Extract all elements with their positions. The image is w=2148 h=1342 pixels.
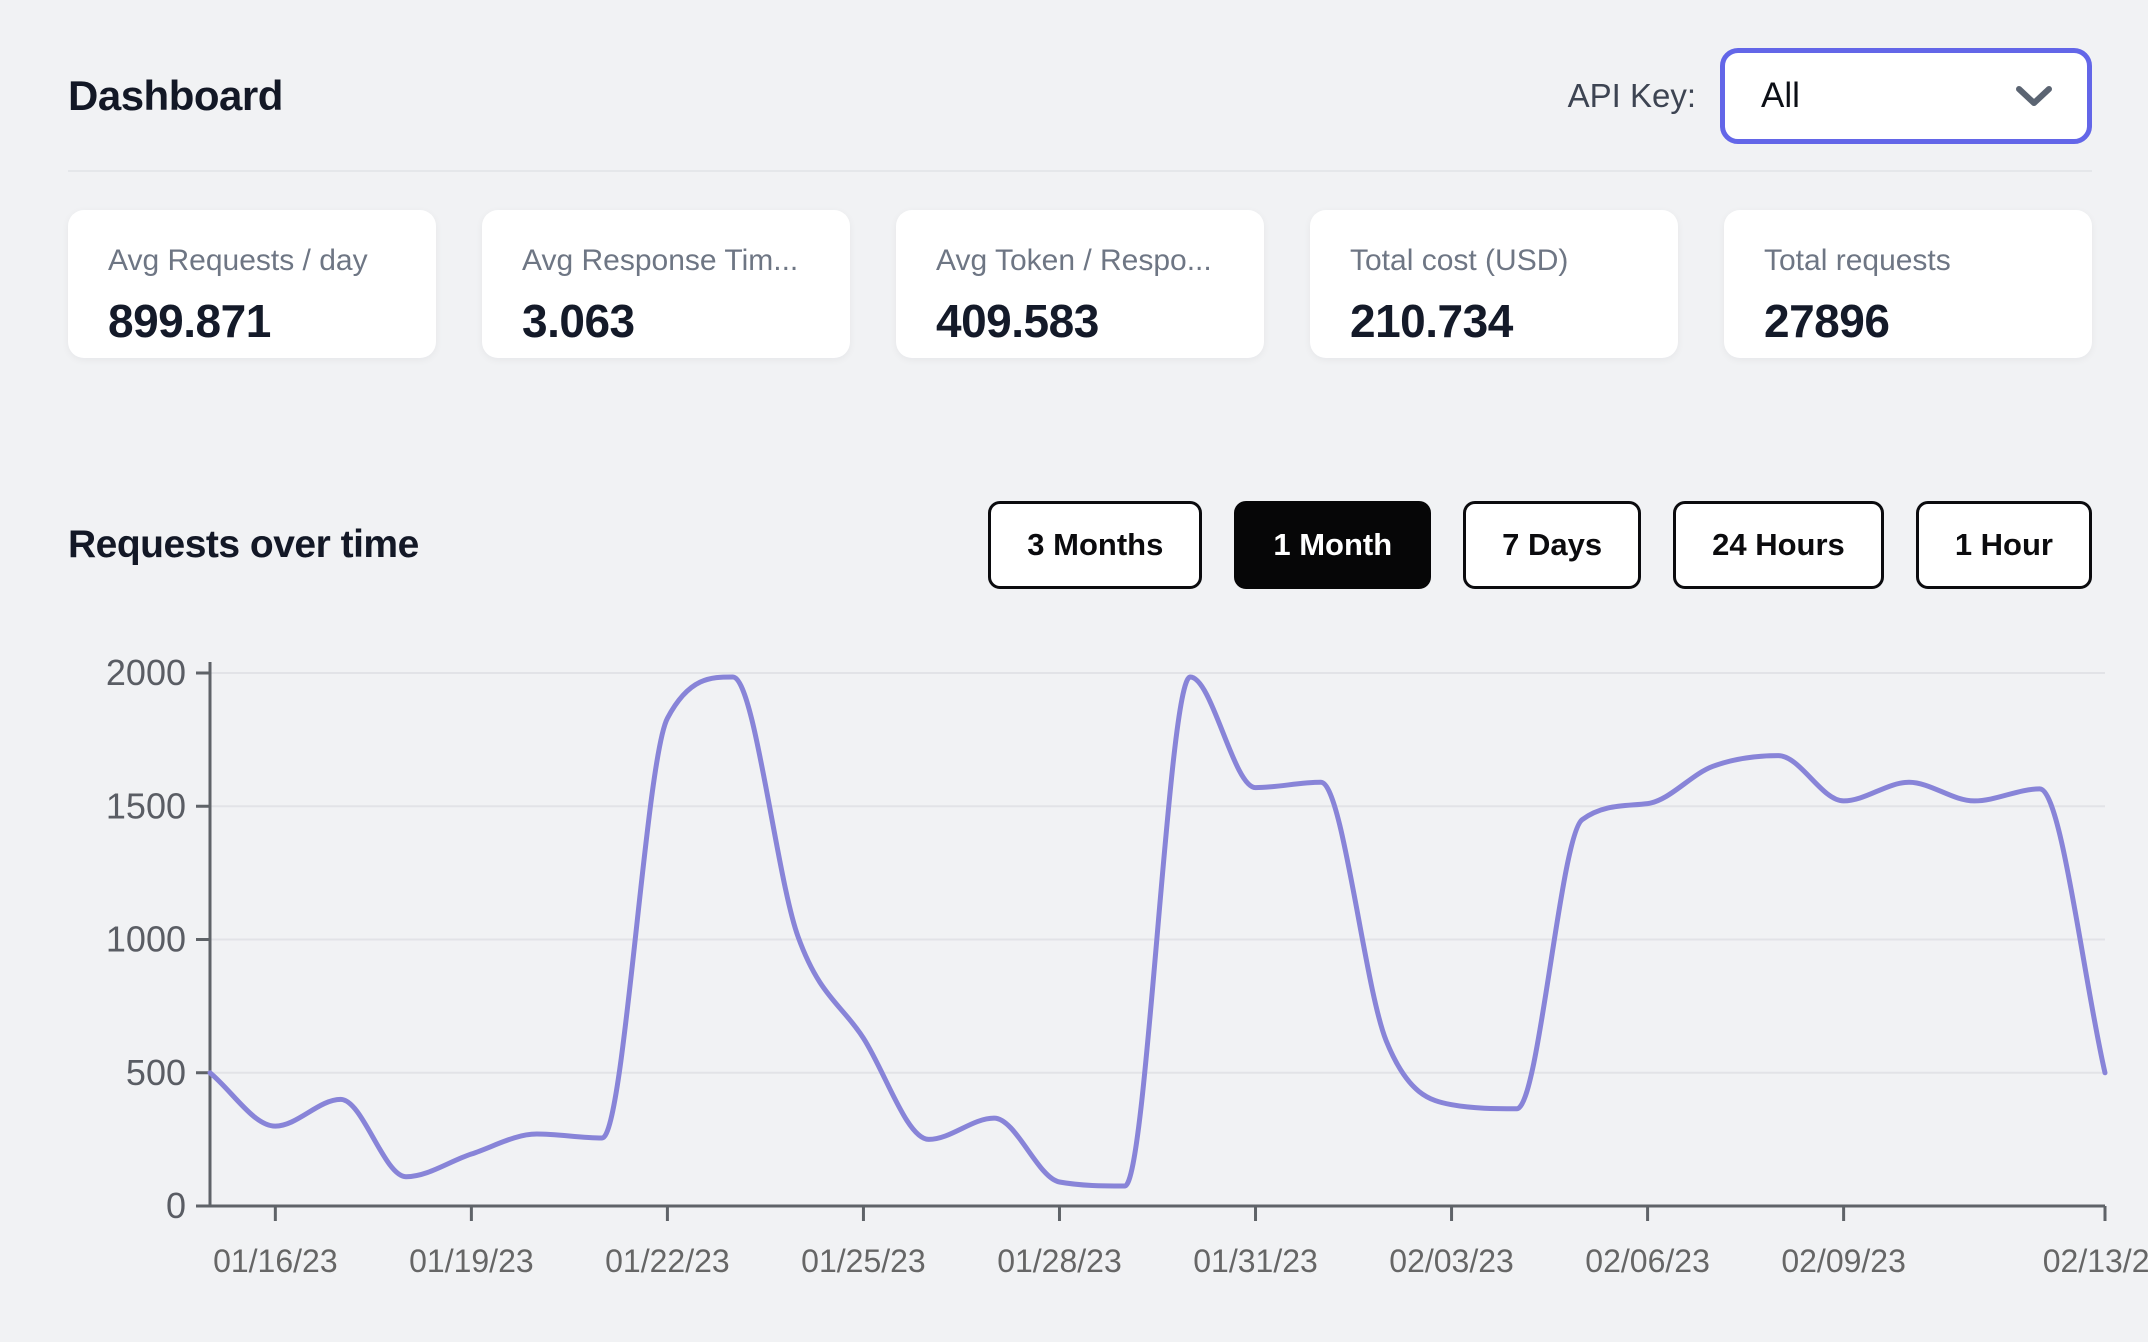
section-title: Requests over time — [68, 523, 419, 566]
api-key-selected-value: All — [1761, 76, 1800, 115]
dashboard-page: Dashboard API Key: All Avg Requests / da… — [0, 0, 2148, 1342]
y-axis-label: 1500 — [106, 785, 186, 826]
stat-card-label: Total requests — [1764, 244, 1951, 277]
line-chart-svg: 0 500 1000 1500 2000 01/16/23 01/19/23 01/22/23… — [106, 652, 2148, 1279]
x-axis-label: 01/25/23 — [801, 1243, 926, 1279]
stat-card: Total requests 27896 — [1724, 210, 2092, 358]
api-key-select[interactable]: All — [1720, 48, 2092, 144]
x-axis-label: 01/22/23 — [605, 1243, 730, 1279]
y-axis-label: 2000 — [106, 652, 186, 693]
range-button-7-days[interactable]: 7 Days — [1463, 501, 1642, 589]
y-axis-label: 500 — [126, 1052, 186, 1093]
chart-section-header: Requests over time 3 Months 1 Month 7 Days… — [68, 500, 2092, 590]
stat-card-value: 3.063 — [522, 295, 635, 347]
header-divider — [68, 170, 2092, 172]
range-button-1-hour[interactable]: 1 Hour — [1915, 501, 2092, 589]
api-key-control: API Key: All — [1568, 48, 2092, 144]
x-axis-label: 01/19/23 — [409, 1243, 534, 1279]
requests-over-time-chart[interactable]: 0 500 1000 1500 2000 01/16/23 01/19/23 01/22/23… — [0, 634, 2148, 1311]
header: Dashboard API Key: All — [68, 46, 2092, 146]
x-axis-label: 01/16/23 — [213, 1243, 338, 1279]
stat-card-label: Avg Response Tim... — [522, 244, 799, 277]
chevron-down-icon — [2016, 86, 2052, 106]
stat-card-value: 899.871 — [108, 295, 271, 347]
requests-line-series — [207, 674, 2108, 1189]
stat-card: Avg Response Tim... 3.063 — [482, 210, 850, 358]
x-axis-label: 02/09/23 — [1781, 1243, 1906, 1279]
range-button-3-months[interactable]: 3 Months — [988, 501, 1203, 589]
stats-row: Avg Requests / day 899.871 Avg Response Ti… — [68, 210, 2092, 358]
stat-card: Avg Token / Respo... 409.583 — [896, 210, 1264, 358]
stat-card: Total cost (USD) 210.734 — [1310, 210, 1678, 358]
page-title: Dashboard — [68, 72, 283, 119]
range-button-24-hours[interactable]: 24 Hours — [1673, 501, 1884, 589]
stat-card-value: 409.583 — [936, 295, 1099, 347]
stat-card-label: Total cost (USD) — [1350, 244, 1569, 277]
x-axis-label: 02/06/23 — [1585, 1243, 1710, 1279]
stat-card-value: 27896 — [1764, 295, 1890, 347]
api-key-label: API Key: — [1567, 77, 1696, 114]
time-range-buttons: 3 Months 1 Month 7 Days 24 Hours 1 Hour — [988, 501, 2092, 589]
y-axis-label: 1000 — [106, 919, 186, 960]
y-axis-label: 0 — [166, 1185, 186, 1226]
stat-card-label: Avg Token / Respo... — [936, 244, 1212, 277]
stat-card-value: 210.734 — [1350, 295, 1513, 347]
stat-card: Avg Requests / day 899.871 — [68, 210, 436, 358]
x-axis-label: 01/31/23 — [1193, 1243, 1318, 1279]
x-axis-label: 02/03/23 — [1389, 1243, 1514, 1279]
x-axis-label: 01/28/23 — [997, 1243, 1122, 1279]
stat-card-label: Avg Requests / day — [108, 244, 368, 277]
range-button-1-month[interactable]: 1 Month — [1234, 501, 1432, 589]
x-axis-label: 02/13/23 — [2043, 1243, 2148, 1279]
